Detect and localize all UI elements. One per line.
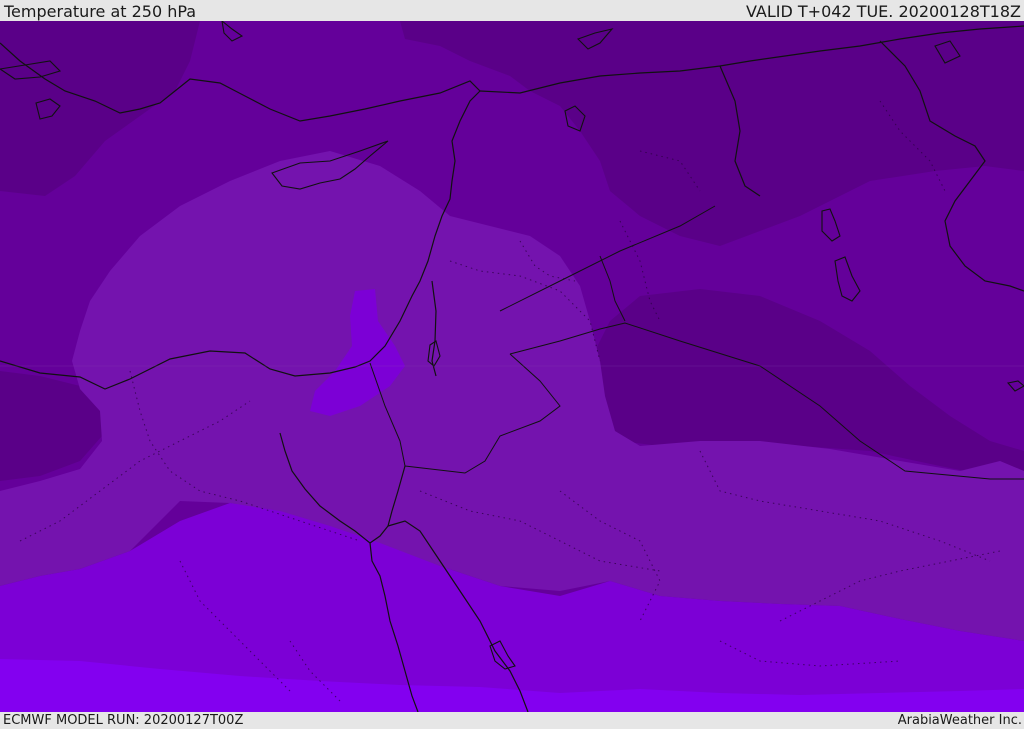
map-footer: ECMWF MODEL RUN: 20200127T00Z ArabiaWeat… <box>0 712 1024 729</box>
map-header: Temperature at 250 hPa VALID T+042 TUE. … <box>0 0 1024 21</box>
credit: ArabiaWeather Inc. <box>897 713 1022 728</box>
model-run: ECMWF MODEL RUN: 20200127T00Z <box>3 713 244 728</box>
map-title: Temperature at 250 hPa <box>4 2 197 21</box>
temperature-map <box>0 21 1024 712</box>
valid-time: VALID T+042 TUE. 20200128T18Z <box>745 2 1021 21</box>
